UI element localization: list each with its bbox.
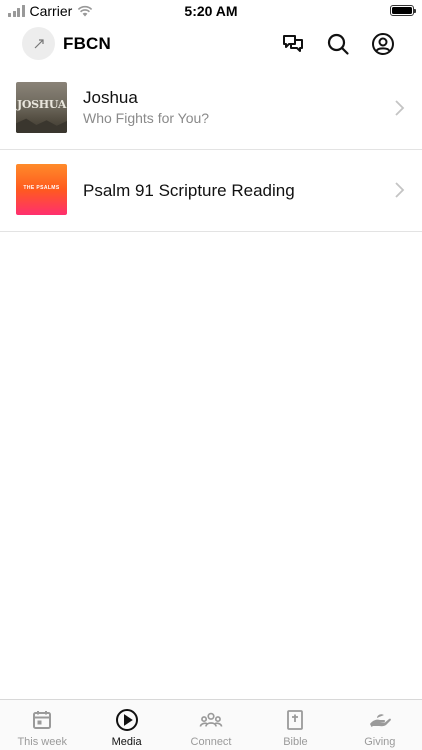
tab-label: Media xyxy=(111,736,142,748)
list-item[interactable]: JOSHUA Joshua Who Fights for You? xyxy=(0,68,422,150)
chevron-right-icon xyxy=(395,182,405,198)
tab-label: Bible xyxy=(283,736,308,748)
calendar-icon xyxy=(30,708,54,732)
tab-bible[interactable]: Bible xyxy=(253,700,337,750)
tab-label: This week xyxy=(17,736,67,748)
church-name: FBCN xyxy=(63,34,112,53)
app-header: FBCN xyxy=(0,22,422,68)
chat-icon[interactable] xyxy=(280,31,306,57)
chevron-right-icon xyxy=(395,100,405,116)
tab-connect[interactable]: Connect xyxy=(169,700,253,750)
series-thumbnail: THE PSALMS xyxy=(16,164,67,215)
bible-icon xyxy=(283,708,307,732)
tab-label: Giving xyxy=(364,736,396,748)
battery-icon xyxy=(390,5,416,16)
status-time: 5:20 AM xyxy=(184,3,238,19)
thumbnail-title: JOSHUA xyxy=(16,98,67,111)
tab-media[interactable]: Media xyxy=(84,700,168,750)
series-thumbnail: JOSHUA xyxy=(16,82,67,133)
play-icon xyxy=(115,708,139,732)
list-item[interactable]: THE PSALMS Psalm 91 Scripture Reading xyxy=(0,150,422,232)
media-list: JOSHUA Joshua Who Fights for You? THE PS… xyxy=(0,68,422,232)
account-icon[interactable] xyxy=(370,31,396,57)
logo-mark-icon xyxy=(34,38,44,48)
status-bar: Carrier 5:20 AM xyxy=(0,0,422,22)
tab-label: Connect xyxy=(190,736,232,748)
thumbnail-title: THE PSALMS xyxy=(23,185,60,191)
item-subtitle: Who Fights for You? xyxy=(83,110,210,126)
tab-this-week[interactable]: This week xyxy=(0,700,84,750)
item-title: Joshua xyxy=(83,88,138,107)
item-title: Psalm 91 Scripture Reading xyxy=(83,181,295,200)
tab-bar: This week Media Connect Bible Giving xyxy=(0,699,422,750)
people-icon xyxy=(199,708,223,732)
giving-hand-icon xyxy=(368,708,392,732)
search-icon[interactable] xyxy=(325,31,351,57)
tab-giving[interactable]: Giving xyxy=(338,700,422,750)
church-logo[interactable] xyxy=(22,27,55,60)
